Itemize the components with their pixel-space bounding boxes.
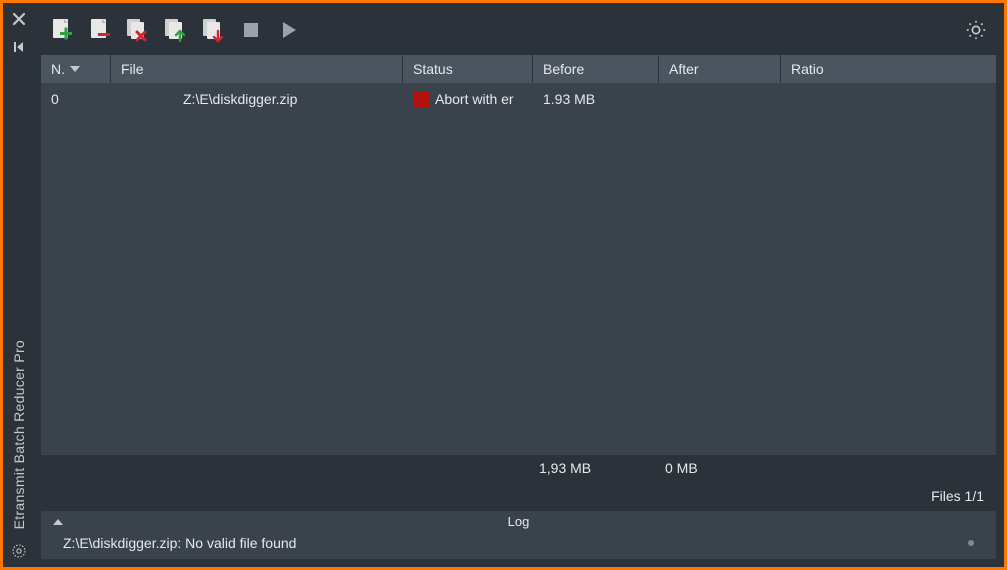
remove-all-button[interactable] (123, 15, 151, 45)
app-logo-gear-icon[interactable] (11, 543, 27, 559)
total-after: 0 MB (659, 460, 781, 476)
col-header-before[interactable]: Before (533, 55, 659, 83)
settings-button[interactable] (962, 16, 990, 44)
grid-body: 0 Z:\E\diskdigger.zip Abort with er 1.93… (41, 83, 996, 455)
totals-row: 1,93 MB 0 MB (41, 455, 996, 481)
log-title: Log (508, 514, 530, 529)
col-header-after-label: After (669, 61, 699, 77)
load-list-button[interactable] (161, 15, 189, 45)
table-row[interactable]: 0 Z:\E\diskdigger.zip Abort with er 1.93… (41, 83, 996, 115)
cell-n: 0 (41, 91, 111, 107)
main-area: N. File Status Before After Ratio 0 Z:\E… (35, 3, 1004, 567)
close-icon[interactable] (11, 11, 27, 27)
status-indicator-icon (413, 91, 429, 107)
play-button[interactable] (275, 15, 303, 45)
prev-icon[interactable] (11, 39, 27, 55)
col-header-ratio-label: Ratio (791, 61, 824, 77)
log-indicator-icon (968, 540, 974, 546)
log-collapse-icon[interactable] (51, 515, 65, 530)
col-header-file-label: File (121, 61, 144, 77)
sort-desc-icon (69, 65, 81, 73)
col-header-status-label: Status (413, 61, 453, 77)
col-header-file[interactable]: File (111, 55, 403, 83)
col-header-status[interactable]: Status (403, 55, 533, 83)
cell-status: Abort with er (403, 91, 533, 107)
toolbar (41, 9, 996, 51)
save-list-button[interactable] (199, 15, 227, 45)
col-header-after[interactable]: After (659, 55, 781, 83)
col-header-ratio[interactable]: Ratio (781, 55, 996, 83)
status-text: Abort with er (435, 91, 514, 107)
files-count: Files 1/1 (931, 488, 984, 504)
col-header-n[interactable]: N. (41, 55, 111, 83)
log-panel: Log Z:\E\diskdigger.zip: No valid file f… (41, 511, 996, 559)
files-count-row: Files 1/1 (41, 481, 996, 511)
col-header-before-label: Before (543, 61, 584, 77)
add-file-button[interactable] (47, 15, 75, 45)
grid-header: N. File Status Before After Ratio (41, 55, 996, 83)
left-rail: Etransmit Batch Reducer Pro (3, 3, 35, 567)
cell-before: 1.93 MB (533, 91, 659, 107)
app-title-vertical: Etransmit Batch Reducer Pro (11, 340, 27, 529)
col-header-n-label: N. (51, 61, 65, 77)
total-before: 1,93 MB (533, 460, 659, 476)
log-entry: Z:\E\diskdigger.zip: No valid file found (63, 535, 296, 551)
stop-button[interactable] (237, 15, 265, 45)
remove-file-button[interactable] (85, 15, 113, 45)
cell-file: Z:\E\diskdigger.zip (111, 91, 403, 107)
app-frame: Etransmit Batch Reducer Pro (3, 3, 1004, 567)
